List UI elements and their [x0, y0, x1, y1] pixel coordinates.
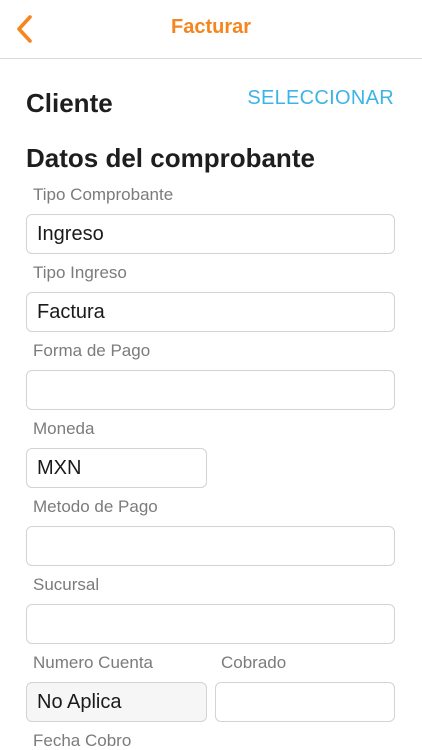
comprobante-section-title: Datos del comprobante: [26, 143, 315, 173]
metodo-pago-label: Metodo de Pago: [33, 497, 158, 516]
select-client-button[interactable]: SELECCIONAR: [247, 87, 394, 110]
cobrado-label: Cobrado: [221, 653, 287, 672]
tipo-comprobante-label: Tipo Comprobante: [33, 185, 174, 204]
moneda-field[interactable]: MXN: [26, 448, 207, 488]
forma-pago-label: Forma de Pago: [33, 341, 151, 360]
tipo-comprobante-value: Ingreso: [37, 222, 104, 245]
cobrado-field[interactable]: [215, 682, 395, 722]
forma-pago-field[interactable]: [26, 370, 395, 410]
page-title: Facturar: [170, 16, 252, 38]
moneda-value: MXN: [37, 456, 82, 479]
fecha-cobro-label: Fecha Cobro: [33, 731, 132, 750]
sucursal-field[interactable]: [26, 604, 395, 644]
tipo-ingreso-label: Tipo Ingreso: [33, 263, 127, 282]
cliente-section-title: Cliente: [26, 88, 113, 118]
numero-cuenta-label: Numero Cuenta: [33, 653, 154, 672]
sucursal-label: Sucursal: [33, 575, 100, 594]
tipo-ingreso-field[interactable]: Factura: [26, 292, 395, 332]
facturar-screen: Facturar Cliente SELECCIONAR Datos del c…: [0, 0, 422, 750]
tipo-comprobante-field[interactable]: Ingreso: [26, 214, 395, 254]
moneda-label: Moneda: [33, 419, 95, 438]
numero-cuenta-field[interactable]: No Aplica: [26, 682, 207, 722]
metodo-pago-field[interactable]: [26, 526, 395, 566]
tipo-ingreso-value: Factura: [37, 300, 105, 323]
numero-cuenta-value: No Aplica: [37, 690, 122, 713]
navigation-bar: Facturar: [0, 0, 422, 59]
